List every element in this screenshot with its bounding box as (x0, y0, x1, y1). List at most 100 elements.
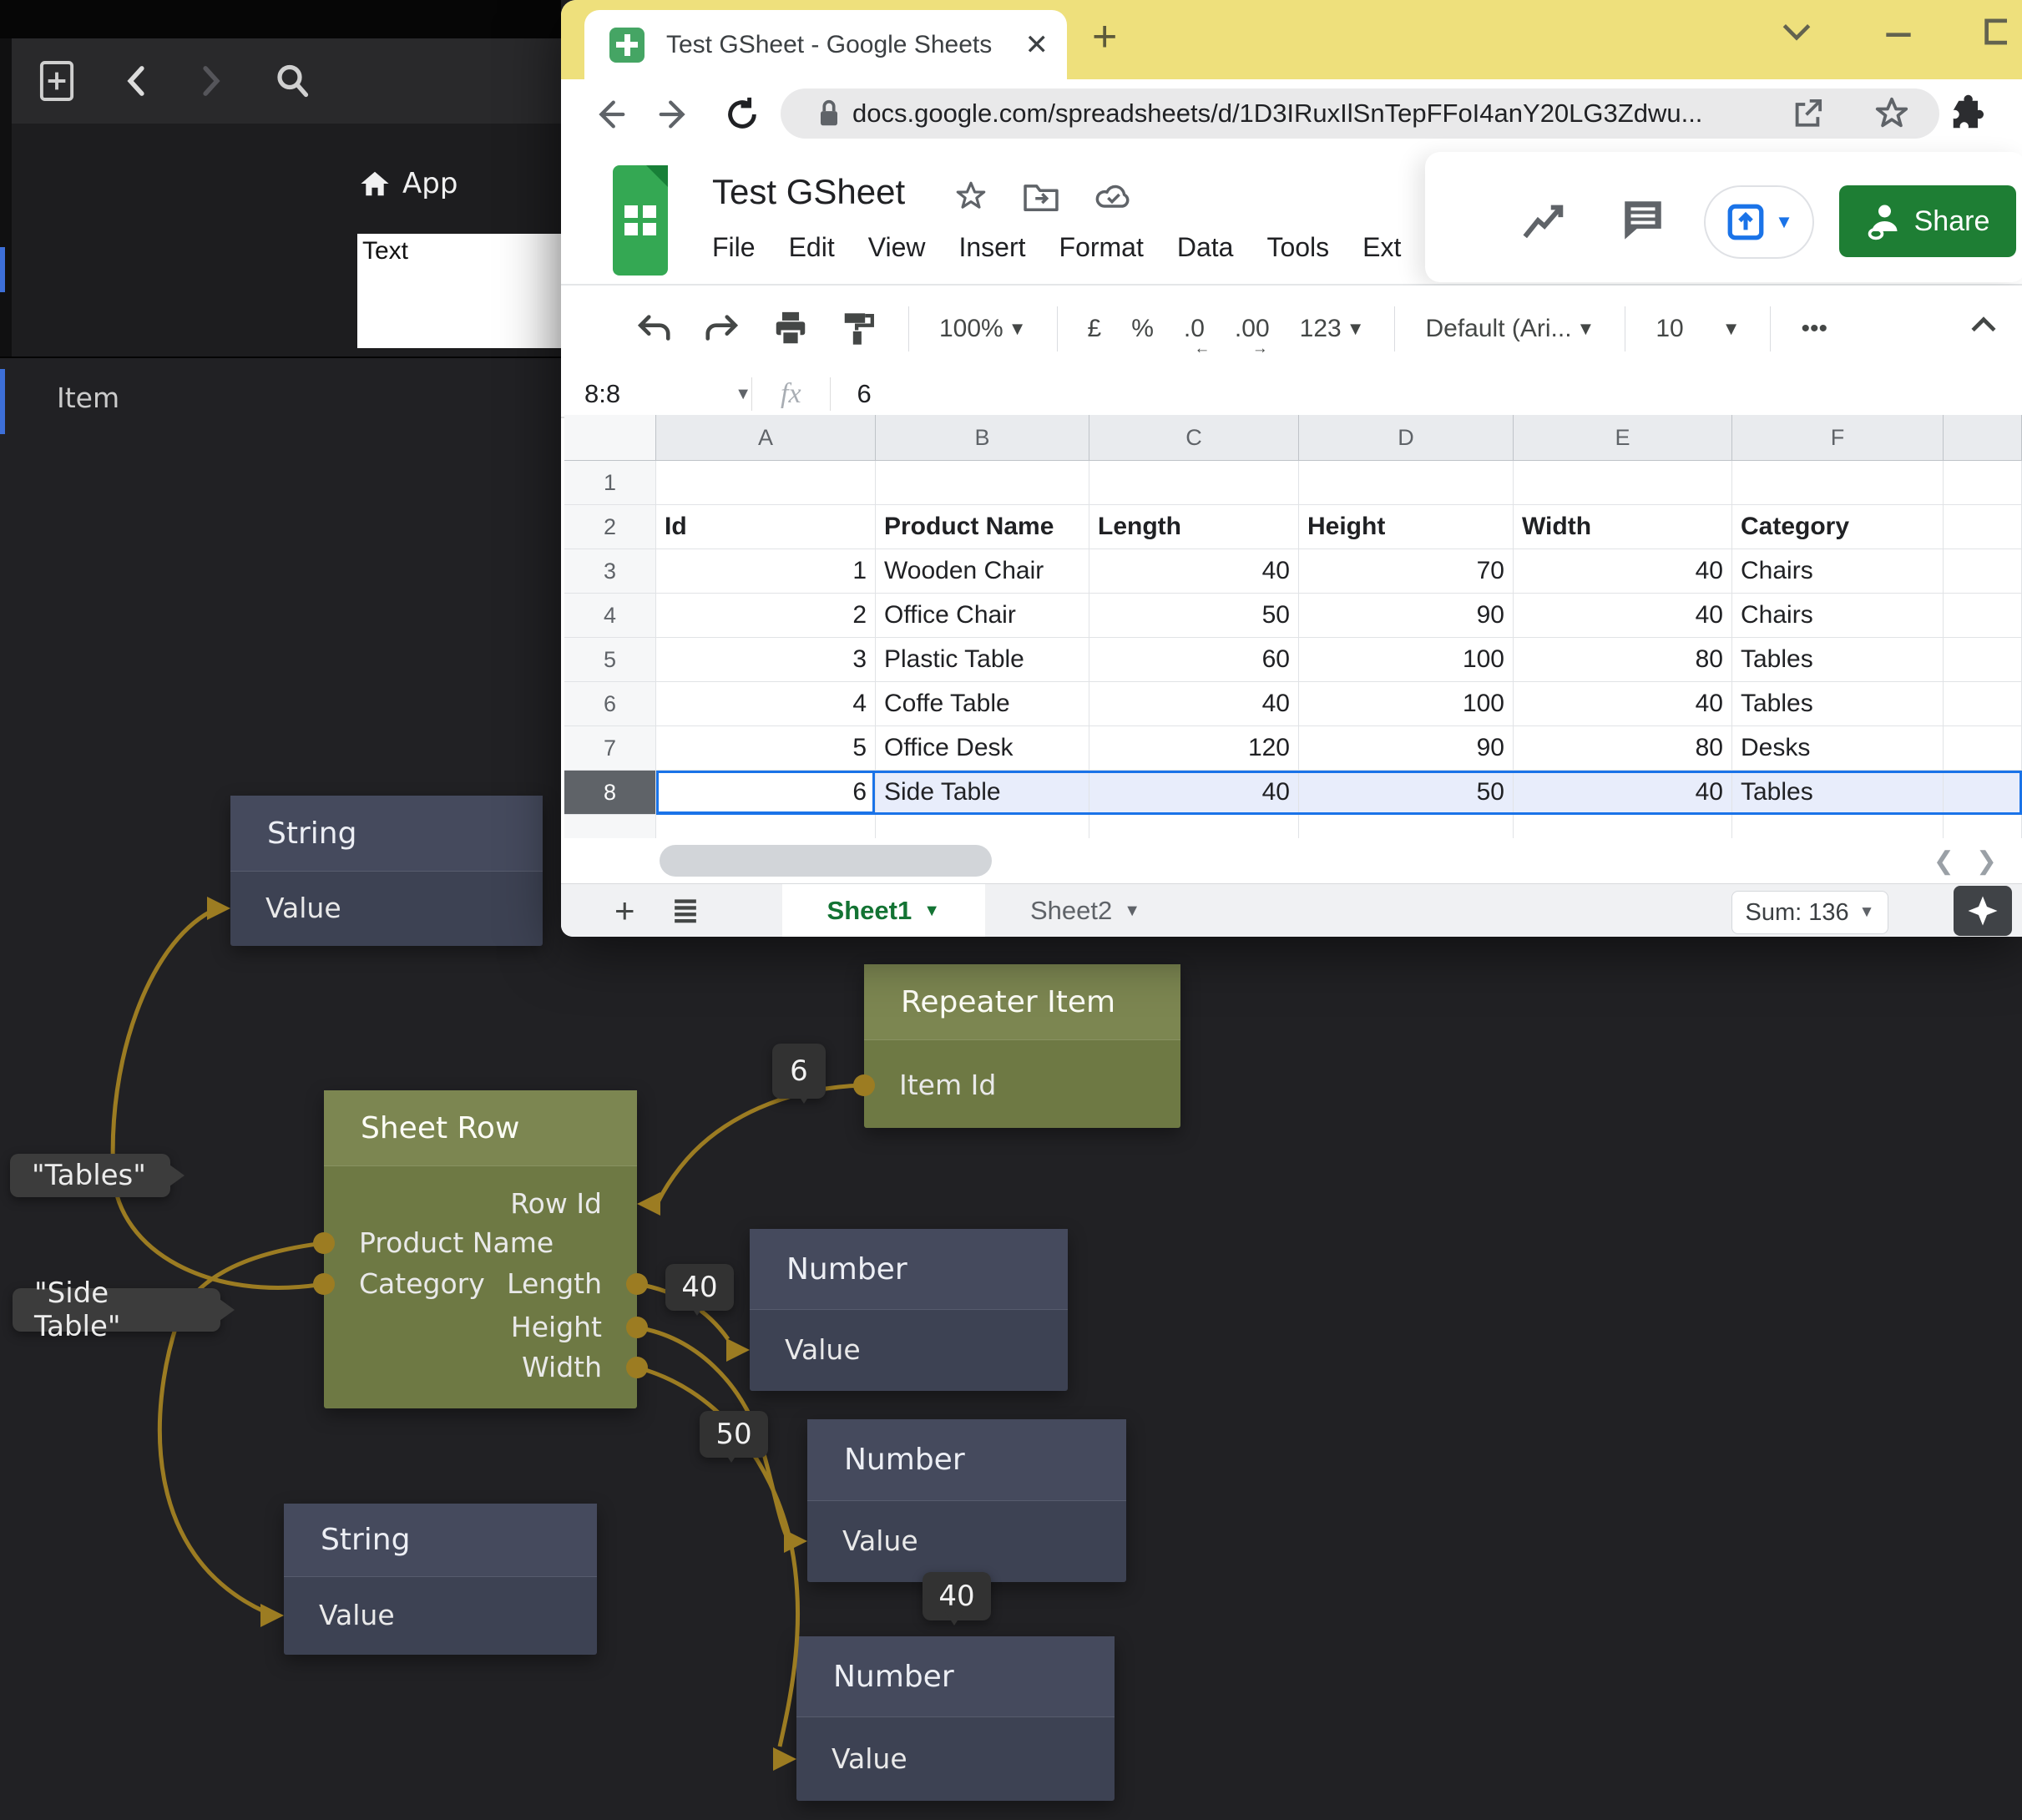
cloud-status-icon[interactable] (1094, 179, 1134, 214)
port-product-name[interactable]: Product Name (324, 1225, 637, 1261)
grid-corner[interactable] (564, 415, 656, 461)
toolbar-overflow-button[interactable]: ••• (1801, 315, 1827, 343)
cell-D7[interactable]: 90 (1299, 726, 1514, 771)
cell-E7[interactable]: 80 (1514, 726, 1732, 771)
menu-file[interactable]: File (712, 232, 756, 263)
cell-D[interactable] (1299, 815, 1514, 838)
menu-ext[interactable]: Ext (1362, 232, 1401, 263)
cell-C[interactable] (1089, 815, 1299, 838)
window-minimize-icon[interactable] (1880, 15, 1917, 48)
search-icon[interactable] (272, 61, 312, 101)
cell-A4[interactable]: 2 (656, 594, 876, 638)
cell-G4[interactable] (1944, 594, 2022, 638)
font-size-select[interactable]: 10▼ (1656, 315, 1740, 343)
zoom-select[interactable]: 100%▼ (939, 315, 1027, 343)
cell-F1[interactable] (1732, 461, 1944, 505)
cell-E3[interactable]: 40 (1514, 549, 1732, 594)
node-string-bottom[interactable]: StringValue (284, 1504, 597, 1655)
all-sheets-icon[interactable] (669, 894, 702, 928)
row-header-2[interactable]: 2 (564, 505, 656, 549)
cell-F6[interactable]: Tables (1732, 682, 1944, 726)
cell-A1[interactable] (656, 461, 876, 505)
cell-B[interactable] (876, 815, 1089, 838)
port-value[interactable]: Value (796, 1741, 1115, 1777)
insights-trend-icon[interactable] (1519, 197, 1570, 244)
cell-E5[interactable]: 80 (1514, 638, 1732, 682)
formula-input[interactable]: 6 (857, 379, 872, 409)
column-header-E[interactable]: E (1514, 415, 1732, 461)
paint-format-icon[interactable] (840, 310, 878, 348)
cell-B2[interactable]: Product Name (876, 505, 1089, 549)
cell-E4[interactable]: 40 (1514, 594, 1732, 638)
collapse-toolbar-icon[interactable] (1965, 307, 2002, 344)
cell-D1[interactable] (1299, 461, 1514, 505)
row-header-6[interactable]: 6 (564, 682, 656, 726)
nav-forward-icon[interactable] (656, 95, 695, 134)
sheet-tab-sheet1[interactable]: Sheet1▼ (782, 884, 985, 937)
forward-icon[interactable] (197, 63, 225, 99)
horizontal-scrollbar[interactable] (660, 845, 992, 877)
port-value[interactable]: Value (230, 890, 543, 927)
sum-pill[interactable]: Sum: 136 ▼ (1731, 891, 1888, 934)
cell-D4[interactable]: 90 (1299, 594, 1514, 638)
comments-icon[interactable] (1619, 195, 1667, 244)
menu-view[interactable]: View (868, 232, 926, 263)
cell-G2[interactable] (1944, 505, 2022, 549)
cell-B3[interactable]: Wooden Chair (876, 549, 1089, 594)
move-folder-icon[interactable] (1022, 179, 1060, 214)
bookmark-star-icon[interactable] (1873, 94, 1911, 133)
extensions-puzzle-icon[interactable] (1945, 93, 1989, 136)
cell-C1[interactable] (1089, 461, 1299, 505)
share-button[interactable]: Share (1839, 185, 2016, 257)
node-number-height[interactable]: NumberValue (807, 1419, 1126, 1582)
browser-tab[interactable]: Test GSheet - Google Sheets ✕ (584, 10, 1067, 79)
cell-G6[interactable] (1944, 682, 2022, 726)
cell-D6[interactable]: 100 (1299, 682, 1514, 726)
cell-E8[interactable]: 40 (1514, 771, 1732, 815)
component-list-item[interactable]: Item (0, 374, 551, 421)
decrease-decimals-button[interactable]: .0← (1184, 315, 1205, 343)
cell-G[interactable] (1944, 815, 2022, 838)
cell-B8[interactable]: Side Table (876, 771, 1089, 815)
cell-F4[interactable]: Chairs (1732, 594, 1944, 638)
port-length[interactable]: Length (324, 1266, 637, 1302)
app-breadcrumb[interactable]: App (359, 167, 457, 200)
undo-icon[interactable] (634, 311, 673, 346)
cell-E[interactable] (1514, 815, 1732, 838)
cell-B1[interactable] (876, 461, 1089, 505)
cell-A[interactable] (656, 815, 876, 838)
cell-D8[interactable]: 50 (1299, 771, 1514, 815)
port-value[interactable]: Value (750, 1332, 1068, 1368)
menu-data[interactable]: Data (1177, 232, 1234, 263)
cell-G7[interactable] (1944, 726, 2022, 771)
back-icon[interactable] (122, 63, 150, 99)
cell-A6[interactable]: 4 (656, 682, 876, 726)
row-header-x[interactable] (564, 815, 656, 838)
increase-decimals-button[interactable]: .00→ (1235, 315, 1270, 343)
column-header-D[interactable]: D (1299, 415, 1514, 461)
cell-A7[interactable]: 5 (656, 726, 876, 771)
document-title[interactable]: Test GSheet (712, 172, 905, 212)
cell-A3[interactable]: 1 (656, 549, 876, 594)
cell-B4[interactable]: Office Chair (876, 594, 1089, 638)
nav-back-icon[interactable] (589, 95, 628, 134)
cell-B6[interactable]: Coffe Table (876, 682, 1089, 726)
omnibox[interactable]: docs.google.com/spreadsheets/d/1D3IRuxIl… (781, 88, 1939, 139)
cell-C2[interactable]: Length (1089, 505, 1299, 549)
text-widget-preview[interactable]: Text (357, 234, 564, 348)
format-currency-button[interactable]: £ (1088, 315, 1102, 343)
row-header-7[interactable]: 7 (564, 726, 656, 771)
cell-C7[interactable]: 120 (1089, 726, 1299, 771)
cell-C8[interactable]: 40 (1089, 771, 1299, 815)
cell-F2[interactable]: Category (1732, 505, 1944, 549)
cell-F[interactable] (1732, 815, 1944, 838)
row-header-4[interactable]: 4 (564, 594, 656, 638)
window-maximize-icon[interactable] (1982, 15, 2007, 48)
present-to-meet-button[interactable]: ▼ (1704, 185, 1814, 259)
font-select[interactable]: Default (Ari...▼ (1425, 315, 1595, 343)
scroll-right-icon[interactable]: ❯ (1976, 847, 1997, 876)
scroll-left-icon[interactable]: ❮ (1934, 847, 1954, 876)
cell-B7[interactable]: Office Desk (876, 726, 1089, 771)
cell-G5[interactable] (1944, 638, 2022, 682)
node-number-width[interactable]: NumberValue (796, 1636, 1115, 1801)
